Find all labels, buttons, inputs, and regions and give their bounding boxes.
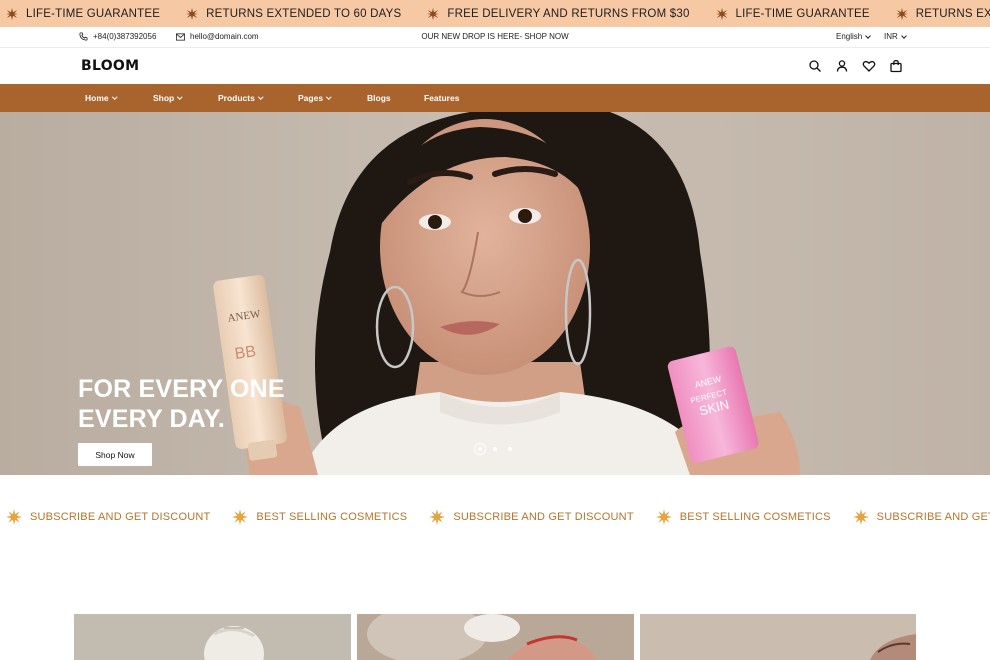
star-burst-icon xyxy=(6,7,18,20)
mail-icon xyxy=(176,32,185,41)
logo[interactable]: BLOOM xyxy=(81,58,139,74)
promo-link[interactable]: OUR NEW DROP IS HERE- SHOP NOW xyxy=(421,32,568,41)
marquee-item: SUBSCRIBE AND GET DISCOUNT xyxy=(423,509,634,525)
star-burst-icon xyxy=(895,7,908,20)
nav-item-products[interactable]: Products xyxy=(218,93,264,103)
svg-text:BB: BB xyxy=(234,343,258,363)
chevron-down-icon xyxy=(177,94,183,100)
category-card-3[interactable] xyxy=(640,614,916,660)
promo-marquee: SUBSCRIBE AND GET DISCOUNT BEST SELLING … xyxy=(0,500,990,534)
nav-item-home[interactable]: Home xyxy=(85,93,117,103)
marquee-item: SUBSCRIBE AND GET DISCOUNT xyxy=(0,509,210,525)
category-card-2[interactable] xyxy=(357,614,634,660)
user-icon[interactable] xyxy=(835,59,849,73)
star-burst-icon xyxy=(427,7,440,20)
announcement-item: RETURNS EXTENDED TO 60 DAYS xyxy=(888,7,990,20)
category-image-1 xyxy=(74,614,351,660)
utility-bar: +84(0)387392056 hello@domain.com OUR NEW… xyxy=(0,27,990,48)
slider-dot-3[interactable] xyxy=(508,447,512,451)
announcement-bar: LIFE-TIME GUARANTEE RETURNS EXTENDED TO … xyxy=(0,0,990,27)
chevron-down-icon xyxy=(865,32,872,39)
hero-banner: ANEW BB ANEW PERFECT SKIN FOR EVERY ONE … xyxy=(0,112,990,475)
chevron-down-icon xyxy=(326,94,332,100)
bag-icon[interactable] xyxy=(889,59,903,73)
sun-burst-icon xyxy=(852,509,869,525)
nav-item-pages[interactable]: Pages xyxy=(298,93,332,103)
marquee-item: BEST SELLING COSMETICS xyxy=(650,509,831,525)
sun-burst-icon xyxy=(655,509,672,525)
star-burst-icon xyxy=(186,7,199,20)
main-nav: Home Shop Products Pages Blogs Features xyxy=(0,84,990,112)
announcement-item: FREE DELIVERY AND RETURNS FROM $30 xyxy=(419,7,689,20)
language-selector[interactable]: English xyxy=(836,32,872,41)
nav-item-shop[interactable]: Shop xyxy=(153,93,183,103)
chevron-down-icon xyxy=(258,94,264,100)
sun-burst-icon xyxy=(232,509,249,525)
announcement-item: LIFE-TIME GUARANTEE xyxy=(708,7,870,20)
category-image-2 xyxy=(357,614,634,660)
shop-now-button[interactable]: Shop Now xyxy=(78,443,152,466)
marquee-item: BEST SELLING COSMETICS xyxy=(226,509,407,525)
phone-icon xyxy=(79,32,88,41)
nav-item-blogs[interactable]: Blogs xyxy=(367,93,391,103)
category-cards xyxy=(0,614,990,660)
search-icon[interactable] xyxy=(808,59,822,73)
chevron-down-icon xyxy=(900,32,907,39)
chevron-down-icon xyxy=(111,94,117,100)
phone-contact[interactable]: +84(0)387392056 xyxy=(79,32,156,41)
category-image-3 xyxy=(640,614,916,660)
star-burst-icon xyxy=(715,7,728,20)
email-contact[interactable]: hello@domain.com xyxy=(176,32,259,41)
announcement-item: LIFE-TIME GUARANTEE xyxy=(0,7,160,20)
nav-item-features[interactable]: Features xyxy=(424,93,459,103)
announcement-item: RETURNS EXTENDED TO 60 DAYS xyxy=(178,7,401,20)
slider-dot-2[interactable] xyxy=(493,447,497,451)
slider-pagination xyxy=(474,443,518,455)
heart-icon[interactable] xyxy=(862,59,876,73)
currency-selector[interactable]: INR xyxy=(884,32,907,41)
marquee-item: SUBSCRIBE AND GET DISCOUNT xyxy=(847,509,990,525)
slider-dot-1[interactable] xyxy=(474,443,486,455)
category-card-1[interactable] xyxy=(74,614,351,660)
site-header: BLOOM xyxy=(0,48,990,84)
sun-burst-icon xyxy=(429,509,446,525)
sun-burst-icon xyxy=(6,509,22,525)
hero-title: FOR EVERY ONE EVERY DAY. xyxy=(78,375,285,433)
